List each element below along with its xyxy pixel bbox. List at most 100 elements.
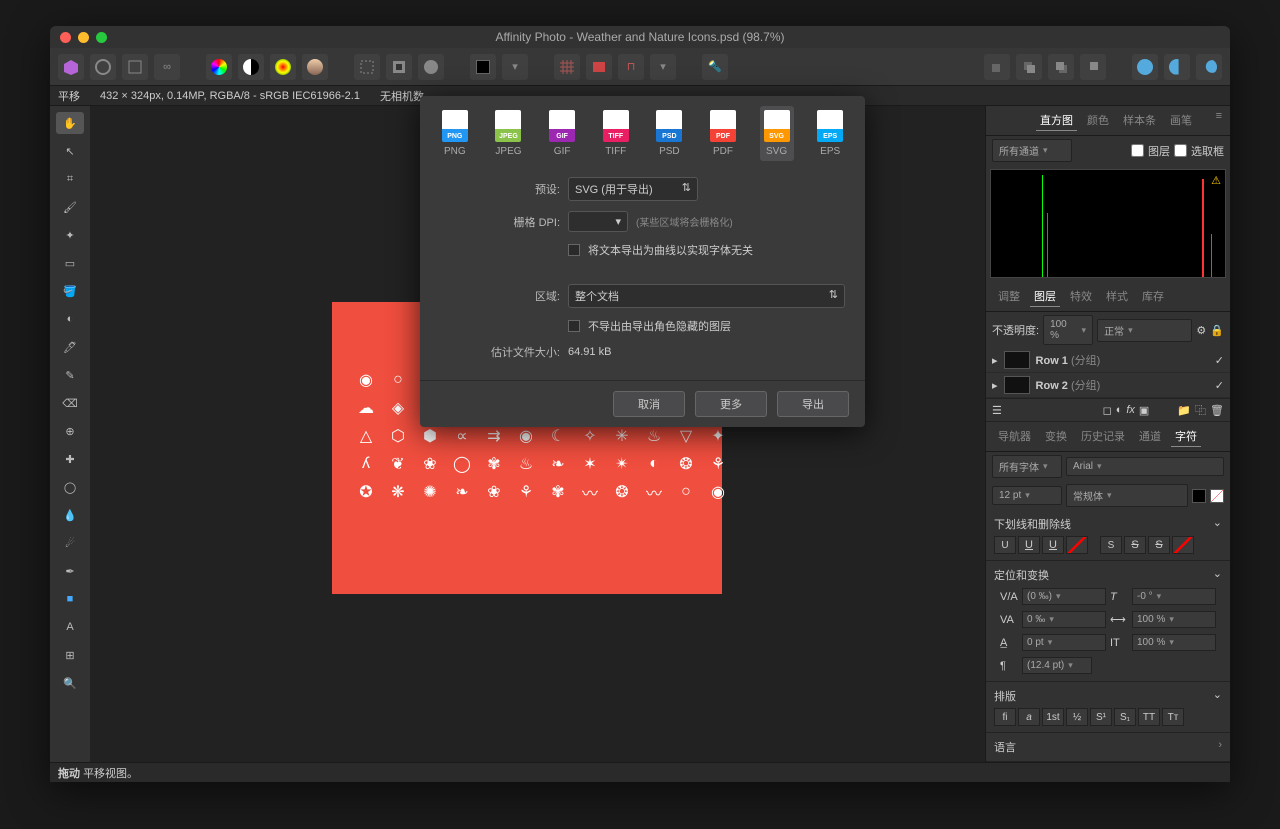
dpi-select[interactable]: ▾: [568, 211, 628, 232]
smudge-tool-icon[interactable]: ☄: [56, 532, 84, 554]
boolean-intersect-icon[interactable]: [1196, 54, 1222, 80]
mesh-tool-icon[interactable]: ⊞: [56, 644, 84, 666]
grid-icon[interactable]: [554, 54, 580, 80]
kerning[interactable]: (0 ‰): [1022, 588, 1106, 605]
text-tool-icon[interactable]: A: [56, 616, 84, 638]
underline3-btn[interactable]: U: [1042, 536, 1064, 554]
crop-layer-icon[interactable]: ▣: [1139, 404, 1149, 417]
duplicate-icon[interactable]: ⿻: [1195, 402, 1206, 418]
tab-effects[interactable]: 特效: [1066, 286, 1096, 307]
magnet-icon[interactable]: ⊓: [618, 54, 644, 80]
marquee-check[interactable]: [1174, 144, 1187, 157]
ordinal-btn[interactable]: 1st: [1042, 708, 1064, 726]
healing-tool-icon[interactable]: ✚: [56, 448, 84, 470]
superscript-btn[interactable]: S¹: [1090, 708, 1112, 726]
tab-brushes[interactable]: 画笔: [1166, 110, 1196, 131]
leading[interactable]: (12.4 pt): [1022, 657, 1092, 674]
hue-adjust-icon[interactable]: [270, 54, 296, 80]
tab-swatches[interactable]: 样本条: [1119, 110, 1160, 131]
hscale[interactable]: 100 %: [1132, 611, 1216, 628]
font-filter[interactable]: 所有字体: [992, 455, 1062, 478]
pen-tool-icon[interactable]: ✒: [56, 560, 84, 582]
strike3-btn[interactable]: S: [1148, 536, 1170, 554]
allcaps-btn[interactable]: TT: [1138, 708, 1160, 726]
snap-icon[interactable]: [586, 54, 612, 80]
tab-color[interactable]: 颜色: [1083, 110, 1113, 131]
export-button[interactable]: 导出: [777, 391, 849, 417]
selection-brush-icon[interactable]: ✦: [56, 224, 84, 246]
blend-select[interactable]: 正常: [1097, 319, 1192, 342]
opacity-field[interactable]: 100 %: [1043, 315, 1093, 345]
format-png[interactable]: PNG: [438, 106, 472, 161]
lang-header[interactable]: 语言: [994, 739, 1016, 755]
type-header[interactable]: 排版: [994, 688, 1016, 704]
color-wheel-icon[interactable]: [206, 54, 232, 80]
persona-tone-icon[interactable]: ∞: [154, 54, 180, 80]
trash-icon[interactable]: 🗑: [1210, 404, 1224, 417]
ligature-btn[interactable]: fi: [994, 708, 1016, 726]
swatch-picker[interactable]: [470, 54, 496, 80]
hide-checkbox[interactable]: [568, 320, 580, 332]
baseline[interactable]: 0 pt: [1022, 634, 1106, 651]
marquee-tool-icon[interactable]: ▭: [56, 252, 84, 274]
blur-tool-icon[interactable]: 💧: [56, 504, 84, 526]
layer-row-2[interactable]: ▸ Row 2 (分组) ✓: [986, 373, 1230, 398]
selection-mask-icon[interactable]: [418, 54, 444, 80]
swatch-dropdown[interactable]: ▾: [502, 54, 528, 80]
folder-icon[interactable]: 📁: [1177, 404, 1191, 417]
layers-icon[interactable]: ☰: [992, 404, 1002, 417]
clone-tool-icon[interactable]: ⊕: [56, 420, 84, 442]
selection-invert-icon[interactable]: [386, 54, 412, 80]
alt-btn[interactable]: a: [1018, 708, 1040, 726]
font-weight[interactable]: 常规体: [1066, 484, 1188, 507]
hand-tool-icon[interactable]: ✋: [56, 112, 84, 134]
crop-tool-icon[interactable]: ⌗: [56, 168, 84, 190]
tab-character[interactable]: 字符: [1171, 426, 1201, 447]
assistant-icon[interactable]: 🔦: [702, 54, 728, 80]
underline-btn[interactable]: U: [994, 536, 1016, 554]
vscale[interactable]: 100 %: [1132, 634, 1216, 651]
tone-adjust-icon[interactable]: [302, 54, 328, 80]
format-psd[interactable]: PSD: [652, 106, 686, 161]
pos-header[interactable]: 定位和变换: [994, 567, 1049, 583]
font-select[interactable]: Arial: [1066, 457, 1224, 476]
layer-row-1[interactable]: ▸ Row 1 (分组) ✓: [986, 348, 1230, 373]
more-button[interactable]: 更多: [695, 391, 767, 417]
format-eps[interactable]: EPS: [813, 106, 847, 161]
area-select[interactable]: 整个文档⇅: [568, 284, 845, 308]
fraction-btn[interactable]: ½: [1066, 708, 1088, 726]
boolean-subtract-icon[interactable]: [1164, 54, 1190, 80]
bw-adjust-icon[interactable]: [238, 54, 264, 80]
boolean-add-icon[interactable]: [1132, 54, 1158, 80]
paint-brush-icon[interactable]: 🖊: [56, 336, 84, 358]
preset-select[interactable]: SVG (用于导出)⇅: [568, 177, 698, 201]
brush-tool-icon[interactable]: 🖌: [56, 196, 84, 218]
adjust-icon[interactable]: ◐: [1116, 404, 1123, 416]
snap-dropdown[interactable]: ▾: [650, 54, 676, 80]
format-pdf[interactable]: PDF: [706, 106, 740, 161]
mask-icon[interactable]: ◻: [1103, 404, 1112, 417]
gradient-tool-icon[interactable]: ◐: [56, 308, 84, 330]
subscript-btn[interactable]: S₁: [1114, 708, 1136, 726]
lock-icon[interactable]: 🔒: [1210, 324, 1224, 337]
dodge-tool-icon[interactable]: ◯: [56, 476, 84, 498]
tab-navigator[interactable]: 导航器: [994, 426, 1035, 447]
arrange-back-icon[interactable]: [984, 54, 1010, 80]
eraser-tool-icon[interactable]: ⌫: [56, 392, 84, 414]
cancel-button[interactable]: 取消: [613, 391, 685, 417]
arrange-backward-icon[interactable]: [1016, 54, 1042, 80]
tab-stock[interactable]: 库存: [1138, 286, 1168, 307]
tab-histogram[interactable]: 直方图: [1036, 110, 1077, 131]
format-jpeg[interactable]: JPEG: [491, 106, 525, 161]
text-color[interactable]: [1192, 489, 1206, 503]
shape-tool-icon[interactable]: ■: [56, 588, 84, 610]
zoom-tool-icon[interactable]: 🔍: [56, 672, 84, 694]
layer-check[interactable]: [1131, 144, 1144, 157]
smallcaps-btn[interactable]: Tᴛ: [1162, 708, 1184, 726]
persona-develop-icon[interactable]: [122, 54, 148, 80]
tab-styles[interactable]: 样式: [1102, 286, 1132, 307]
fx-icon[interactable]: fx: [1126, 404, 1135, 416]
deco-header[interactable]: 下划线和删除线: [994, 516, 1071, 532]
underline2-btn[interactable]: U: [1018, 536, 1040, 554]
arrange-forward-icon[interactable]: [1048, 54, 1074, 80]
